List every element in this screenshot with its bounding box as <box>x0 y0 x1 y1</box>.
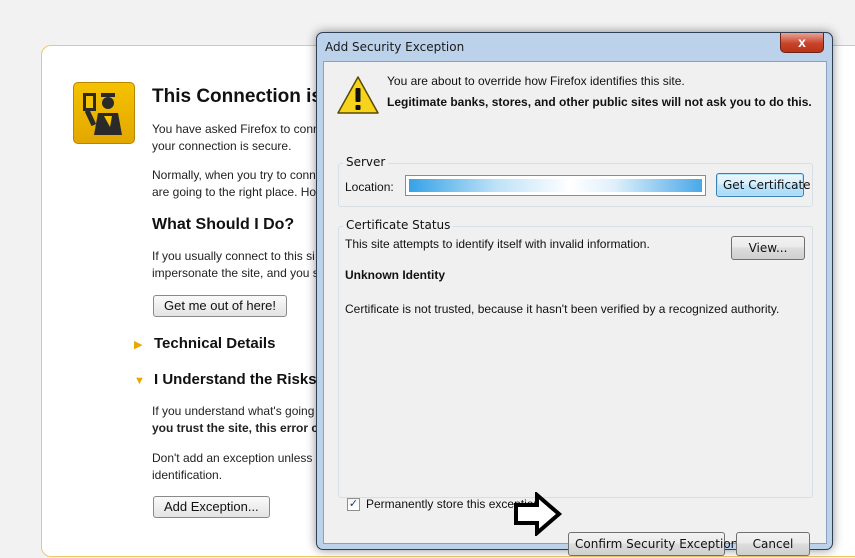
expand-triangle-icon: ▶ <box>134 339 143 351</box>
exception-warning-line1: Don't add an exception unless y <box>152 451 322 465</box>
intro-text-line1: You have asked Firefox to conn <box>152 122 320 136</box>
risks-text-line1: If you understand what's going <box>152 404 315 418</box>
confirm-security-exception-button[interactable]: Confirm Security Exception <box>568 532 738 556</box>
override-warning-text: You are about to override how Firefox id… <box>387 74 685 88</box>
get-me-out-button[interactable]: Get me out of here! <box>153 295 288 317</box>
unknown-identity-heading: Unknown Identity <box>345 268 445 282</box>
close-button[interactable]: x <box>780 33 824 53</box>
dialog-client-area: You are about to override how Firefox id… <box>323 61 827 556</box>
understand-risks-toggle[interactable]: ▼ I Understand the Risks <box>134 371 317 388</box>
risks-text-line2: you trust the site, this error co <box>152 421 326 435</box>
get-certificate-button[interactable]: Get Certificate <box>716 173 811 197</box>
cancel-button-label: Cancel <box>752 537 794 551</box>
advice-text-line2: impersonate the site, and you s <box>152 266 319 280</box>
advice-text-line1: If you usually connect to this si <box>152 249 315 263</box>
certificate-status-group: Certificate Status <box>338 218 813 498</box>
what-to-do-heading: What Should I Do? <box>152 216 295 233</box>
normally-text-line1: Normally, when you try to conn <box>152 168 316 182</box>
close-icon: x <box>798 34 806 50</box>
dialog-title: Add Security Exception <box>325 40 465 54</box>
add-exception-button[interactable]: Add Exception... <box>153 496 270 518</box>
cancel-button[interactable]: Cancel <box>736 532 810 556</box>
legitimate-sites-warning: Legitimate banks, stores, and other publ… <box>387 95 812 109</box>
normally-text-line2: are going to the right place. Ho <box>152 185 317 199</box>
understand-risks-label: I Understand the Risks <box>154 371 317 388</box>
technical-details-label: Technical Details <box>154 335 276 352</box>
confirm-button-label: Confirm Security Exception <box>575 537 739 551</box>
view-button[interactable]: View... <box>731 236 805 260</box>
not-trusted-text: Certificate is not trusted, because it h… <box>345 302 780 316</box>
technical-details-toggle[interactable]: ▶ Technical Details <box>134 335 275 352</box>
permanent-store-checkbox[interactable]: ✓ <box>347 498 360 511</box>
intro-text-line2: your connection is secure. <box>152 139 292 153</box>
invalid-info-text: This site attempts to identify itself wi… <box>345 237 650 251</box>
server-group-label: Server <box>343 155 389 169</box>
location-label: Location: <box>345 180 394 194</box>
location-input[interactable] <box>405 175 706 196</box>
collapse-triangle-icon: ▼ <box>134 375 145 387</box>
page-title: This Connection is <box>152 86 322 107</box>
get-certificate-label: Get Certificate <box>723 178 811 192</box>
redacted-url <box>409 179 702 192</box>
right-arrow-icon <box>514 492 563 536</box>
warning-triangle-icon <box>337 76 379 114</box>
view-button-label: View... <box>748 241 788 255</box>
add-security-exception-dialog: Add Security Exception x You are about t… <box>316 32 833 556</box>
police-officer-icon <box>73 82 135 144</box>
certificate-status-label: Certificate Status <box>343 218 454 232</box>
exception-warning-line2: identification. <box>152 468 223 482</box>
